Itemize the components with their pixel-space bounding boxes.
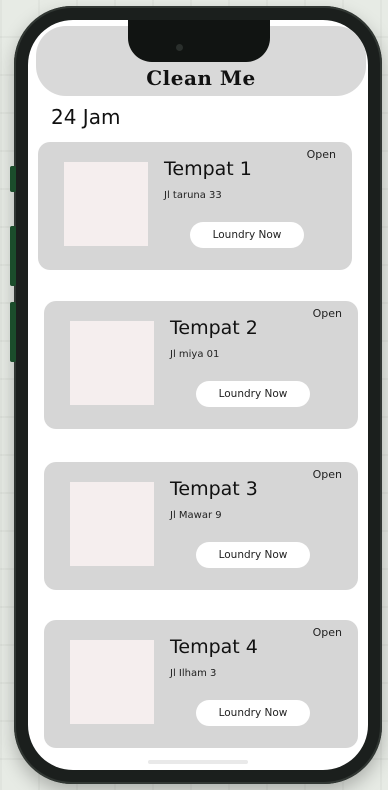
laundry-now-button[interactable]: Loundry Now	[196, 700, 310, 726]
side-button-volume-down	[10, 302, 16, 362]
card-address: Jl miya 01	[170, 349, 220, 360]
card-image-placeholder	[64, 162, 148, 246]
side-button-volume-up	[10, 226, 16, 286]
status-badge: Open	[312, 626, 342, 639]
card-name: Tempat 2	[170, 317, 258, 339]
card-image-placeholder	[70, 640, 154, 724]
card-image-placeholder	[70, 482, 154, 566]
laundry-now-button[interactable]: Loundry Now	[196, 381, 310, 407]
laundry-now-button[interactable]: Loundry Now	[196, 542, 310, 568]
laundry-card-2[interactable]: Tempat 2 Jl miya 01 Open Loundry Now	[44, 301, 358, 429]
status-badge: Open	[306, 148, 336, 161]
app-title: Clean Me	[146, 66, 256, 90]
laundry-now-button[interactable]: Loundry Now	[190, 222, 304, 248]
laundry-card-4[interactable]: Tempat 4 Jl Ilham 3 Open Loundry Now	[44, 620, 358, 748]
phone-frame: Clean Me 24 Jam Tempat 1 Jl taruna 33 Op…	[10, 6, 382, 784]
home-indicator	[148, 760, 248, 764]
card-image-placeholder	[70, 321, 154, 405]
phone-screen: Clean Me 24 Jam Tempat 1 Jl taruna 33 Op…	[28, 20, 368, 770]
card-address: Jl Ilham 3	[170, 668, 217, 679]
card-name: Tempat 1	[164, 158, 252, 180]
card-address: Jl Mawar 9	[170, 510, 222, 521]
status-badge: Open	[312, 307, 342, 320]
side-button-mute	[10, 166, 16, 192]
status-badge: Open	[312, 468, 342, 481]
camera-notch	[128, 20, 270, 62]
card-address: Jl taruna 33	[164, 190, 222, 201]
laundry-card-1[interactable]: Tempat 1 Jl taruna 33 Open Loundry Now	[38, 142, 352, 270]
camera-icon	[176, 44, 183, 51]
section-title: 24 Jam	[51, 105, 121, 129]
card-name: Tempat 3	[170, 478, 258, 500]
card-name: Tempat 4	[170, 636, 258, 658]
laundry-card-3[interactable]: Tempat 3 Jl Mawar 9 Open Loundry Now	[44, 462, 358, 590]
